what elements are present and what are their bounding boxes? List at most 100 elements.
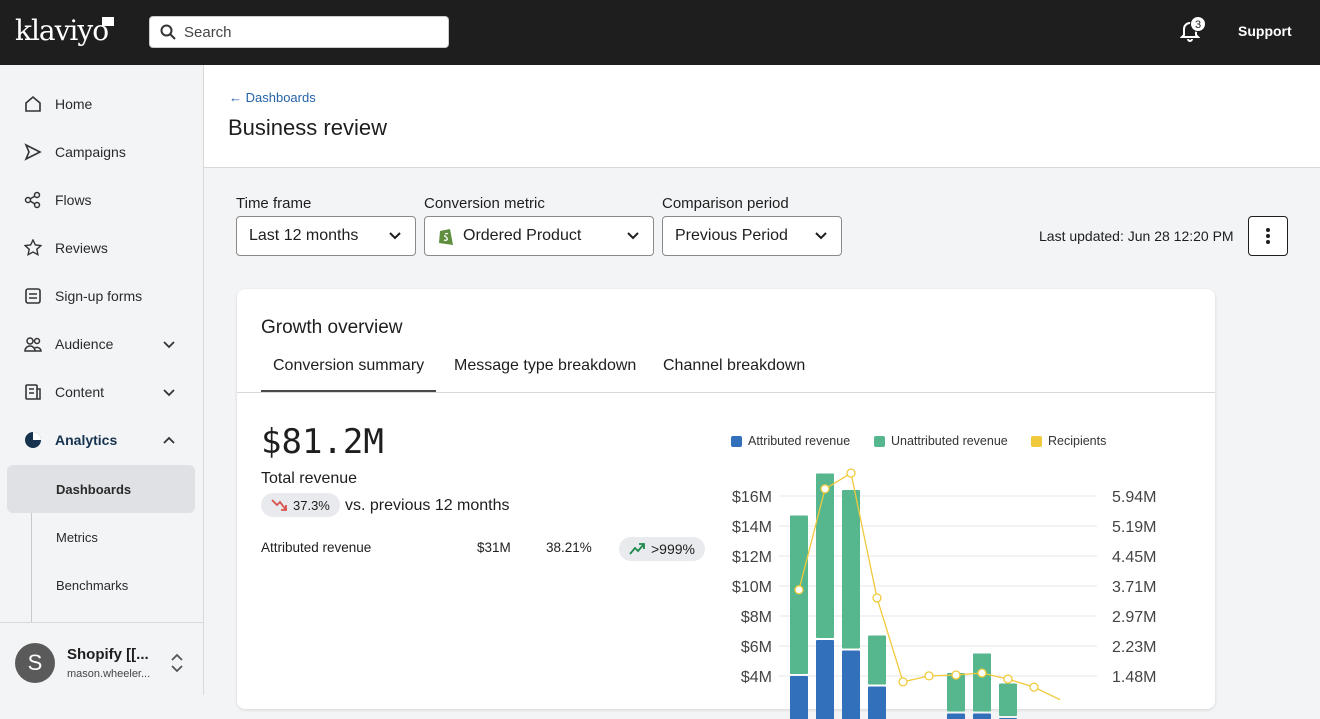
recipients-point — [952, 671, 960, 679]
arrow-left-icon: ← — [229, 90, 246, 105]
bar-attributed — [947, 714, 965, 719]
bar-attributed — [842, 651, 860, 719]
bar-attributed — [816, 640, 834, 719]
total-revenue-value: $81.2M — [261, 422, 384, 462]
klaviyo-logo[interactable]: klaviyo — [15, 14, 108, 47]
sidebar-label: Reviews — [55, 240, 108, 256]
conversion-metric-value: Ordered Product — [463, 227, 581, 245]
bar-unattributed — [790, 516, 808, 675]
revenue-chart: $16M5.94M$14M5.19M$12M4.45M$10M3.71M$8M2… — [717, 459, 1197, 719]
y-left-tick: $14M — [732, 519, 772, 536]
card-title: Growth overview — [261, 317, 403, 339]
avatar: S — [15, 643, 55, 683]
y-right-tick: 2.97M — [1112, 609, 1156, 626]
legend-recipients[interactable]: Recipients — [1031, 434, 1106, 448]
trend-down-icon — [271, 498, 287, 512]
tab-message-type-breakdown[interactable]: Message type breakdown — [442, 347, 648, 393]
sidebar-label: Content — [55, 384, 104, 400]
legend-attributed[interactable]: Attributed revenue — [731, 434, 850, 448]
sidebar-item-content[interactable]: Content — [0, 368, 204, 416]
y-left-tick: $6M — [741, 639, 772, 656]
top-bar: klaviyo Search 3 Support — [0, 0, 1320, 65]
support-link[interactable]: Support — [1238, 23, 1292, 39]
recipients-point — [1004, 675, 1012, 683]
recipients-point — [925, 672, 933, 680]
account-name: Shopify [[... — [67, 646, 149, 663]
change-badge: 37.3% — [261, 493, 340, 517]
attributed-change-badge: >999% — [619, 537, 705, 561]
legend-unattributed[interactable]: Unattributed revenue — [874, 434, 1008, 448]
y-left-tick: $4M — [741, 669, 772, 686]
more-options-button[interactable] — [1248, 216, 1288, 256]
home-icon — [24, 95, 42, 113]
chevron-down-icon — [625, 227, 641, 243]
sidebar-item-home[interactable]: Home — [0, 80, 204, 128]
sidebar-item-flows[interactable]: Flows — [0, 176, 204, 224]
sidebar-item-audience[interactable]: Audience — [0, 320, 204, 368]
content-icon — [24, 383, 42, 401]
change-value: 37.3% — [293, 498, 330, 513]
legend-label: Recipients — [1048, 434, 1106, 448]
bar-attributed — [868, 687, 886, 719]
y-right-tick: 2.23M — [1112, 639, 1156, 656]
sidebar-label: Home — [55, 96, 92, 112]
sidebar-item-reviews[interactable]: Reviews — [0, 224, 204, 272]
account-email: mason.wheeler... — [67, 668, 150, 680]
tab-conversion-summary[interactable]: Conversion summary — [261, 347, 436, 393]
y-right-tick: 5.19M — [1112, 519, 1156, 536]
sidebar-label: Analytics — [55, 432, 117, 448]
legend-swatch — [731, 436, 742, 447]
page-title: Business review — [228, 115, 387, 141]
chevron-up-down-icon — [170, 653, 184, 673]
search-input[interactable]: Search — [149, 16, 449, 48]
flows-icon — [24, 191, 42, 209]
recipients-point — [899, 678, 907, 686]
attributed-revenue-share: 38.21% — [546, 540, 592, 555]
change-text: vs. previous 12 months — [345, 497, 510, 515]
sidebar-item-metrics[interactable]: Metrics — [7, 513, 195, 561]
legend-swatch — [1031, 436, 1042, 447]
notification-count: 3 — [1190, 16, 1206, 32]
comparison-period-label: Comparison period — [662, 195, 789, 212]
search-placeholder: Search — [184, 24, 232, 41]
attributed-revenue-label: Attributed revenue — [261, 540, 371, 555]
sidebar-item-dashboards[interactable]: Dashboards — [7, 465, 195, 513]
y-right-tick: 5.94M — [1112, 489, 1156, 506]
sidebar-label: Flows — [55, 192, 92, 208]
tab-divider — [237, 392, 1215, 393]
sidebar-label: Audience — [55, 336, 113, 352]
sidebar-label: Sign-up forms — [55, 288, 142, 304]
comparison-period-select[interactable]: Previous Period — [662, 216, 842, 256]
chevron-down-icon — [813, 227, 829, 243]
time-frame-value: Last 12 months — [249, 227, 358, 245]
account-switcher[interactable]: S Shopify [[... mason.wheeler... — [0, 622, 204, 695]
page-header: ← Dashboards Business review — [204, 65, 1320, 168]
sidebar-item-benchmarks[interactable]: Benchmarks — [7, 561, 195, 609]
search-icon — [160, 24, 176, 40]
legend-label: Unattributed revenue — [891, 434, 1008, 448]
recipients-point — [873, 594, 881, 602]
y-right-tick: 4.45M — [1112, 549, 1156, 566]
attributed-change-value: >999% — [651, 541, 695, 557]
breadcrumb-label: Dashboards — [246, 90, 316, 105]
tab-channel-breakdown[interactable]: Channel breakdown — [651, 347, 817, 393]
bar-unattributed — [842, 490, 860, 649]
time-frame-select[interactable]: Last 12 months — [236, 216, 416, 256]
total-revenue-label: Total revenue — [261, 470, 357, 488]
conversion-metric-label: Conversion metric — [424, 195, 545, 212]
bar-unattributed — [816, 474, 834, 639]
recipients-point — [978, 669, 986, 677]
sidebar-item-signup-forms[interactable]: Sign-up forms — [0, 272, 204, 320]
y-right-tick: 3.71M — [1112, 579, 1156, 596]
y-left-tick: $8M — [741, 609, 772, 626]
conversion-metric-select[interactable]: Ordered Product — [424, 216, 654, 256]
comparison-period-value: Previous Period — [675, 227, 788, 245]
sidebar: Home Campaigns Flows Reviews Sign-up for… — [0, 65, 204, 695]
bar-unattributed — [973, 654, 991, 712]
growth-overview-card: Growth overview Conversion summary Messa… — [237, 289, 1215, 709]
sidebar-item-campaigns[interactable]: Campaigns — [0, 128, 204, 176]
breadcrumb[interactable]: ← Dashboards — [229, 90, 316, 105]
sidebar-item-analytics[interactable]: Analytics — [0, 416, 204, 464]
logo-flag-icon — [102, 17, 114, 26]
y-left-tick: $16M — [732, 489, 772, 506]
